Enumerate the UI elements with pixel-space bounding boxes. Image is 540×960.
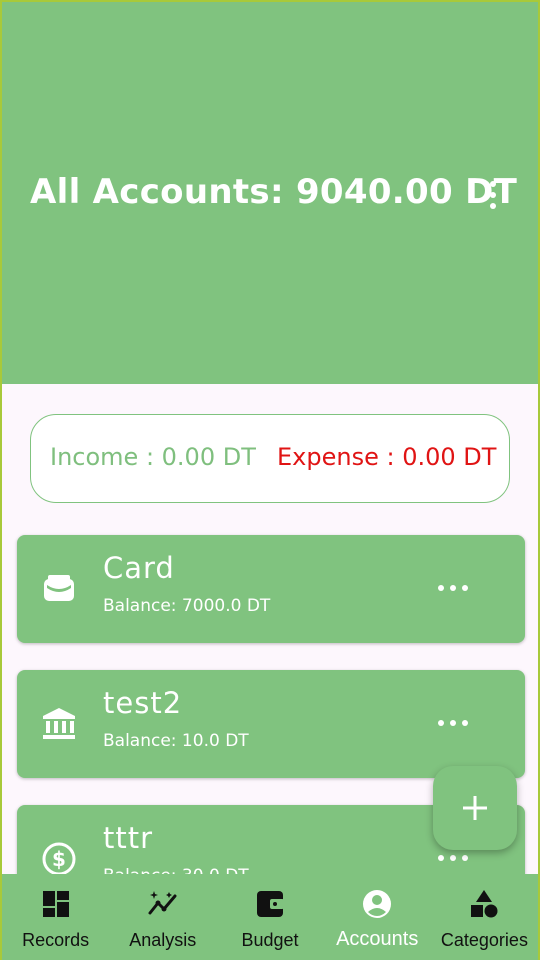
account-name: tttr [103,821,154,855]
more-horiz-icon[interactable] [438,584,468,592]
svg-text:$: $ [52,847,66,871]
category-icon [471,890,498,918]
nav-item-records[interactable]: Records [2,874,109,960]
nav-item-budget[interactable]: Budget [216,874,323,960]
income-text: Income : 0.00 DT [50,443,256,471]
nav-item-analysis[interactable]: Analysis [109,874,216,960]
nav-label: Records [22,930,90,950]
bank-icon [41,706,77,742]
account-card-test2[interactable]: test2 Balance: 10.0 DT [17,670,525,778]
account-circle-icon [363,890,392,918]
dollar-circle-icon: $ [41,841,77,877]
dashboard-icon [42,891,69,917]
more-horiz-icon[interactable] [438,854,468,862]
wallet-icon [41,571,77,607]
more-vert-icon[interactable] [478,177,508,213]
nav-label: Analysis [129,930,197,950]
account-balance: Balance: 7000.0 DT [103,596,271,616]
account-name: test2 [103,686,183,720]
bottom-nav: Records Analysis Budget Accounts Categor… [2,874,538,960]
more-horiz-icon[interactable] [438,719,468,727]
nav-label: Categories [440,930,528,950]
nav-item-categories[interactable]: Categories [431,874,538,960]
page-title: All Accounts: 9040.00 DT [30,172,518,212]
income-expense-summary: Income : 0.00 DT Expense : 0.00 DT [30,414,510,503]
nav-label: Accounts [336,928,419,950]
wallet-icon [257,891,284,917]
plus-icon [463,796,487,820]
expense-text: Expense : 0.00 DT [277,443,497,471]
account-balance: Balance: 10.0 DT [103,731,249,751]
account-card-card[interactable]: Card Balance: 7000.0 DT [17,535,525,643]
account-name: Card [103,551,175,585]
nav-label: Budget [241,930,299,950]
header: All Accounts: 9040.00 DT [2,2,538,384]
add-account-button[interactable] [433,766,517,850]
nav-item-accounts[interactable]: Accounts [324,874,431,960]
analytics-icon [148,891,177,915]
